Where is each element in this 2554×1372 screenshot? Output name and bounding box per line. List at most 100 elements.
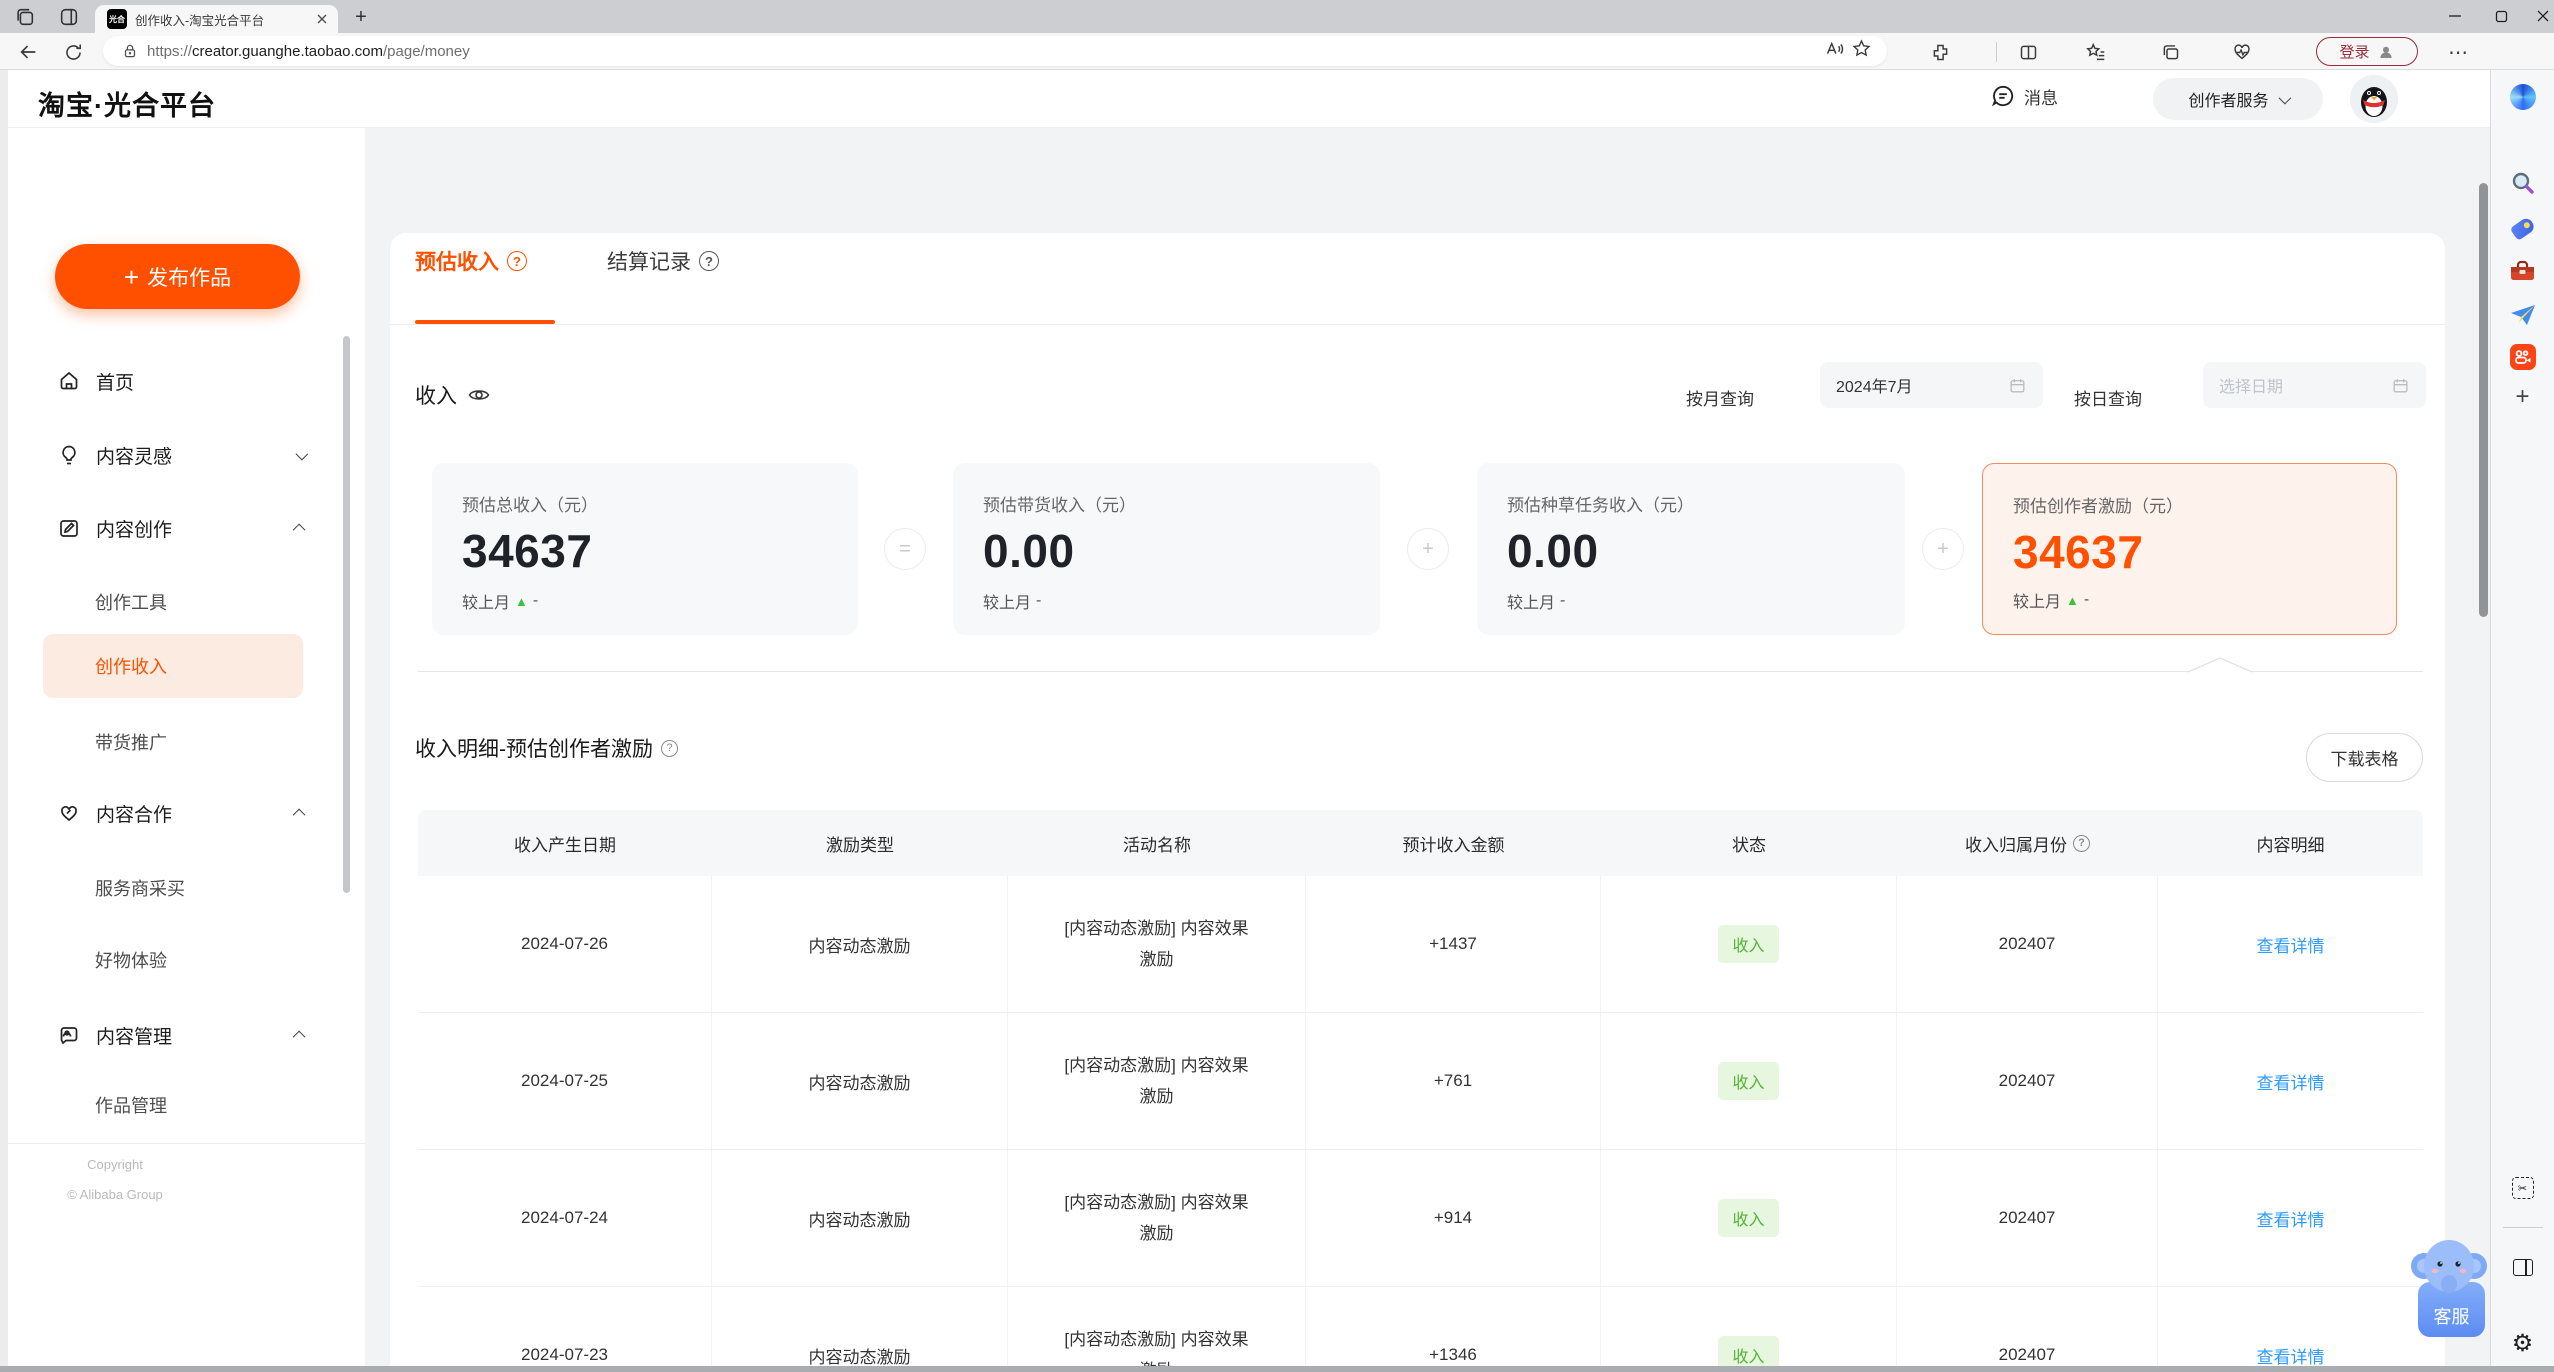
copilot-icon[interactable] (2508, 82, 2538, 112)
sidebar-item-home[interactable]: 首页 (28, 349, 345, 413)
creator-service-dropdown[interactable]: 创作者服务 (2153, 78, 2323, 120)
sidebar-item-service-purchase[interactable]: 服务商采买 (43, 856, 303, 920)
page-scrollbar[interactable] (2479, 183, 2488, 617)
favorites-bar-icon[interactable] (2082, 38, 2110, 66)
site-logo: 淘宝·光合平台 (38, 91, 216, 121)
sidebar-item-promotion[interactable]: 带货推广 (43, 710, 303, 774)
date-picker-input[interactable]: 选择日期 (2203, 362, 2426, 408)
lock-icon (124, 44, 136, 58)
search-icon[interactable] (2508, 168, 2538, 198)
income-detail-table: 收入产生日期 激励类型 活动名称 预计收入金额 状态 收入归属月份? 内容明细 … (418, 810, 2423, 1366)
minimize-button[interactable] (2440, 2, 2470, 30)
view-detail-link[interactable]: 查看详情 (2257, 1206, 2325, 1231)
lightbulb-icon (57, 443, 81, 467)
refresh-icon[interactable] (59, 38, 87, 66)
login-button[interactable]: 登录 (2316, 37, 2418, 66)
download-table-button[interactable]: 下载表格 (2306, 733, 2423, 782)
income-section-label: 收入 (415, 380, 491, 410)
browser-toolbar: https://creator.guanghe.taobao.com/page/… (0, 33, 2554, 70)
eye-icon[interactable] (467, 383, 491, 407)
elephant-mascot-icon (2411, 1240, 2487, 1293)
status-badge: 收入 (1718, 1199, 1779, 1237)
plus-operator: + (1407, 528, 1449, 570)
settings-more-icon[interactable]: ⋯ (2444, 38, 2472, 66)
sidebar-item-cooperation[interactable]: 内容合作 (28, 781, 345, 845)
kuaishou-icon[interactable] (2508, 342, 2538, 372)
status-badge: 收入 (1718, 1336, 1779, 1366)
favorite-star-icon[interactable] (1851, 38, 1887, 64)
message-icon (1991, 85, 2014, 107)
url-text: https://creator.guanghe.taobao.com/page/… (147, 42, 470, 60)
profile-card-icon (57, 1023, 81, 1047)
avatar[interactable] (2350, 75, 2398, 123)
stat-card-sales-income: 预估带货收入（元） 0.00 较上月 - (953, 463, 1380, 635)
tab-settlement-record[interactable]: 结算记录 ? (607, 243, 719, 279)
split-screen-icon[interactable] (2508, 1252, 2538, 1282)
screenshot-icon[interactable]: ✂ (2508, 1173, 2538, 1203)
add-icon[interactable]: + (2508, 382, 2538, 412)
home-icon (57, 369, 81, 393)
edit-icon (57, 516, 81, 540)
sidebar-scrollbar[interactable] (343, 336, 350, 893)
sidebar-item-creation-income[interactable]: 创作收入 (43, 634, 303, 698)
sidebar-divider (8, 1143, 365, 1144)
query-by-month-label: 按月查询 (1686, 390, 1754, 409)
plus-icon: + (123, 261, 140, 292)
customer-service-button[interactable]: 客服 (2410, 1232, 2488, 1344)
collections-icon[interactable] (2156, 38, 2184, 66)
tab-close-icon[interactable] (314, 11, 330, 27)
extensions-icon[interactable] (1926, 38, 1954, 66)
window-left-frame (0, 70, 8, 1366)
workspaces-icon[interactable] (14, 6, 36, 28)
plus-operator: + (1922, 528, 1964, 570)
month-picker-input[interactable]: 2024年7月 (1820, 362, 2043, 408)
table-row: 2024-07-24 内容动态激励 [内容动态激励] 内容效果激励 +914 收… (418, 1150, 2423, 1287)
stat-card-creator-incentive[interactable]: 预估创作者激励（元） 34637 较上月 ▲ - (1982, 463, 2397, 635)
stat-card-task-income: 预估种草任务收入（元） 0.00 较上月 - (1477, 463, 1905, 635)
sidebar-item-management[interactable]: 内容管理 (28, 1003, 345, 1067)
web-page: 淘宝·光合平台 消息 创作者服务 + 发布作品 首页 内容灵感 内容创作 创作工… (8, 70, 2490, 1366)
help-icon[interactable]: ? (507, 251, 527, 271)
tab-actions-icon[interactable] (58, 6, 80, 28)
view-detail-link[interactable]: 查看详情 (2257, 1069, 2325, 1094)
settings-gear-icon[interactable]: ⚙ (2508, 1328, 2538, 1358)
calendar-icon (2010, 378, 2025, 393)
address-bar[interactable]: https://creator.guanghe.taobao.com/page/… (103, 36, 1887, 66)
help-icon[interactable]: ? (699, 251, 719, 271)
back-icon[interactable] (14, 38, 42, 66)
new-tab-button[interactable]: + (348, 5, 374, 31)
help-icon[interactable]: ? (2073, 834, 2090, 852)
equals-operator: = (884, 528, 926, 570)
section-divider (418, 671, 2423, 672)
sidebar-item-creation[interactable]: 内容创作 (28, 496, 345, 560)
tabs-divider (390, 324, 2445, 325)
stat-card-total-income: 预估总收入（元） 34637 较上月 ▲ - (432, 463, 858, 635)
sidebar-item-inspiration[interactable]: 内容灵感 (28, 423, 345, 487)
browser-essentials-icon[interactable] (2228, 38, 2256, 66)
chevron-down-icon (2278, 91, 2291, 104)
sidebar-item-product-trial[interactable]: 好物体验 (43, 928, 303, 992)
split-screen-icon[interactable] (2014, 38, 2042, 66)
view-detail-link[interactable]: 查看详情 (2257, 1343, 2325, 1367)
calendar-icon (2393, 378, 2408, 393)
sidebar-item-works-management[interactable]: 作品管理 (43, 1073, 303, 1137)
heart-hands-icon (57, 801, 81, 825)
send-icon[interactable] (2508, 300, 2538, 330)
publish-button[interactable]: + 发布作品 (55, 244, 300, 309)
site-header: 淘宝·光合平台 消息 创作者服务 (8, 70, 2490, 128)
messages-button[interactable]: 消息 (1990, 83, 2058, 109)
shopping-icon[interactable] (2508, 213, 2538, 243)
tab-title: 创作收入-淘宝光合平台 (135, 13, 265, 28)
tab-estimated-income[interactable]: 预估收入 ? (415, 243, 527, 279)
close-button[interactable] (2528, 2, 2554, 30)
view-detail-link[interactable]: 查看详情 (2257, 932, 2325, 957)
sidebar-item-creation-tools[interactable]: 创作工具 (43, 570, 303, 634)
browser-window: 光合 创作收入-淘宝光合平台 + https://creator.guanghe… (0, 0, 2554, 1372)
help-icon[interactable]: ? (661, 739, 678, 757)
toolbox-icon[interactable] (2508, 256, 2538, 286)
browser-tab[interactable]: 光合 创作收入-淘宝光合平台 (95, 5, 338, 33)
maximize-button[interactable] (2486, 2, 2516, 30)
trend-up-icon: ▲ (515, 593, 528, 609)
read-aloud-icon[interactable] (1823, 38, 1851, 65)
status-badge: 收入 (1718, 1062, 1779, 1100)
